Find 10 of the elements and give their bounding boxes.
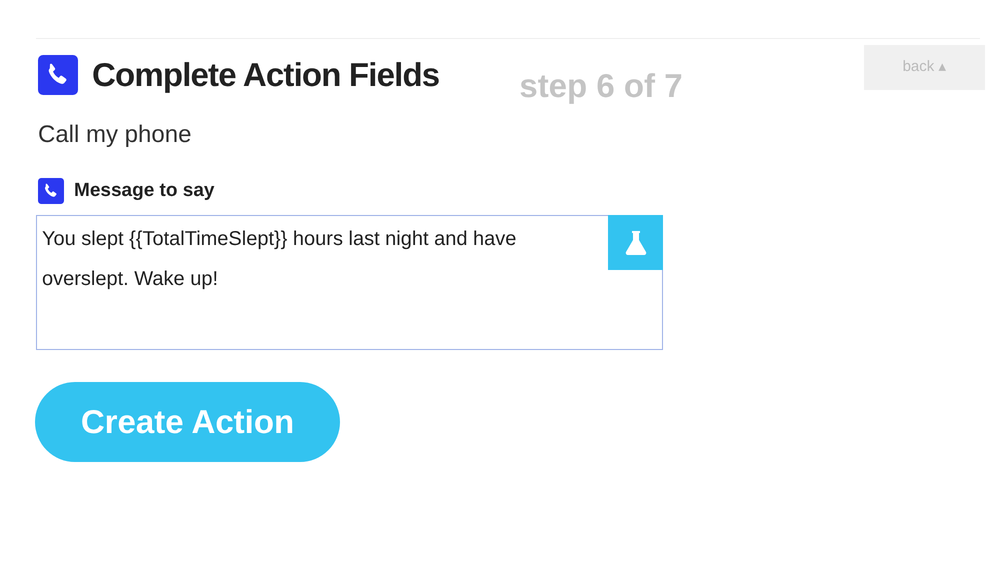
flask-icon bbox=[624, 230, 646, 256]
phone-icon bbox=[38, 178, 64, 204]
step-indicator: step 6 of 7 bbox=[519, 66, 683, 106]
phone-icon bbox=[38, 54, 78, 95]
field-label: Message to say bbox=[74, 178, 214, 202]
flask-button[interactable] bbox=[608, 215, 663, 270]
create-action-button[interactable]: Create Action bbox=[35, 382, 340, 462]
subtitle: Call my phone bbox=[38, 120, 192, 150]
message-field[interactable]: You slept {{TotalTimeSlept}} hours last night and have overslept. Wake up! bbox=[36, 215, 663, 350]
page-title: Complete Action Fields bbox=[92, 55, 440, 95]
